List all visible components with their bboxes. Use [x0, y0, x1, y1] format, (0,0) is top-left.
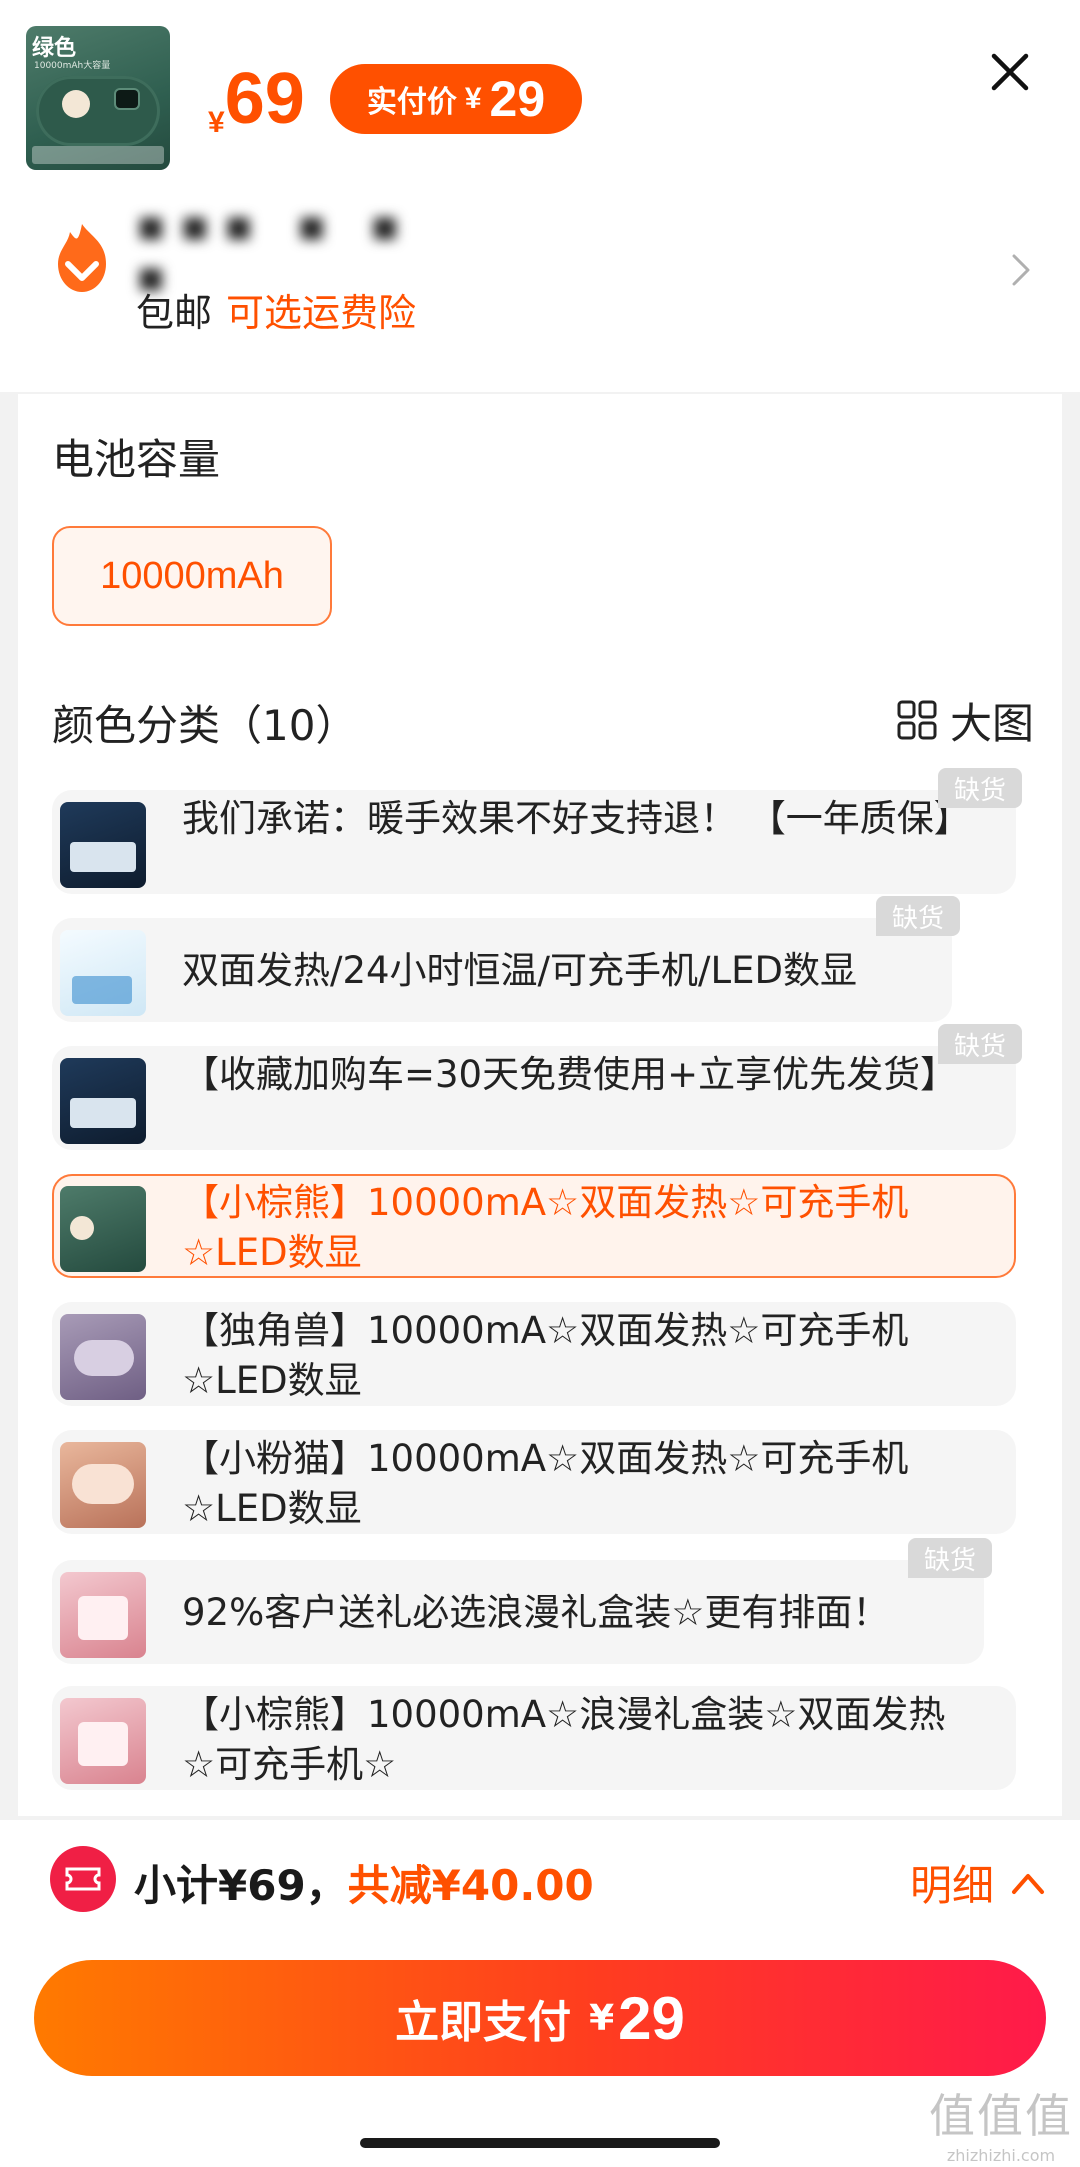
- color-option-1[interactable]: 我们承诺：暖手效果不好支持退！ 【一年质保】 缺货: [52, 768, 1022, 894]
- pay-now-label: 立即支付: [395, 1997, 572, 2048]
- out-of-stock-badge: 缺货: [938, 1024, 1022, 1064]
- option-thumbnail: [60, 1186, 146, 1272]
- big-image-view-toggle[interactable]: 大图: [896, 692, 1034, 748]
- color-option-4-selected[interactable]: 【小棕熊】10000mA☆双面发热☆可充手机☆LED数显: [52, 1174, 1016, 1278]
- capacity-title: 电池容量: [52, 435, 221, 484]
- color-option-5[interactable]: 【独角兽】10000mA☆双面发热☆可充手机☆LED数显: [52, 1302, 1016, 1406]
- product-device-image: [36, 76, 160, 146]
- option-label: 【独角兽】10000mA☆双面发热☆可充手机☆LED数显: [182, 1309, 909, 1402]
- free-shipping-label: 包邮: [136, 291, 213, 335]
- option-thumbnail: [60, 802, 146, 888]
- original-price: ¥69: [208, 58, 305, 140]
- color-category-title: 颜色分类（10）: [52, 701, 358, 750]
- actual-price-value: 29: [489, 71, 546, 127]
- home-indicator[interactable]: [360, 2138, 720, 2148]
- option-label: 【小棕熊】10000mA☆双面发热☆可充手机☆LED数显: [182, 1181, 909, 1274]
- option-thumbnail: [60, 1442, 146, 1528]
- actual-price-currency: ¥: [464, 82, 482, 115]
- close-button[interactable]: [982, 44, 1038, 100]
- chevron-up-icon: [1012, 1873, 1045, 1894]
- pay-currency: ¥: [589, 1997, 615, 2039]
- pay-now-button[interactable]: 立即支付 ¥ 29: [34, 1960, 1046, 2076]
- option-thumbnail: [60, 1698, 146, 1784]
- price-value: 69: [224, 59, 305, 139]
- option-thumbnail: [60, 930, 146, 1016]
- big-image-label: 大图: [950, 698, 1035, 748]
- coupon-icon: [50, 1846, 116, 1912]
- bear-logo-icon: [62, 90, 90, 118]
- option-label: 我们承诺：暖手效果不好支持退！ 【一年质保】: [182, 797, 971, 840]
- subtotal-summary: 小计¥69，共减¥40.00: [134, 1852, 594, 1913]
- out-of-stock-badge: 缺货: [876, 896, 960, 936]
- thumbnail-subtitle: 10000mAh大容量: [34, 61, 111, 71]
- site-watermark: 值值值 zhizhizhi.com: [926, 2080, 1076, 2165]
- chevron-right-icon[interactable]: [1004, 250, 1036, 290]
- watermark-url: zhizhizhi.com: [946, 2146, 1056, 2165]
- shop-flame-icon: [58, 224, 106, 292]
- watermark-main: 值值值: [929, 2089, 1073, 2143]
- out-of-stock-badge: 缺货: [938, 768, 1022, 808]
- shipping-insurance-link[interactable]: 可选运费险: [226, 291, 416, 335]
- color-option-3[interactable]: 【收藏加购车=30天免费使用+立享优先发货】 缺货: [52, 1024, 1022, 1150]
- option-label: 92%客户送礼必选浪漫礼盒装☆更有排面！: [182, 1591, 890, 1634]
- option-label: 【收藏加购车=30天免费使用+立享优先发货】: [182, 1053, 958, 1096]
- ticket-icon: [65, 1867, 101, 1891]
- discount-amount: 共减¥40.00: [347, 1861, 594, 1910]
- option-thumbnail: [60, 1314, 146, 1400]
- option-thumbnail: [60, 1572, 146, 1658]
- led-display-icon: [116, 90, 138, 108]
- capacity-option-10000mah[interactable]: 10000mAh: [52, 526, 332, 626]
- color-option-7[interactable]: 92%客户送礼必选浪漫礼盒装☆更有排面！ 缺货: [52, 1538, 992, 1664]
- thumbnail-feature-bar: [32, 146, 164, 164]
- close-icon: [991, 53, 1029, 91]
- shipping-info[interactable]: 包邮 可选运费险: [136, 282, 416, 337]
- actual-price-badge: 实付价 ¥ 29: [330, 64, 582, 134]
- color-option-2[interactable]: 双面发热/24小时恒温/可充手机/LED数显 缺货: [52, 896, 960, 1022]
- option-label: 双面发热/24小时恒温/可充手机/LED数显: [182, 949, 857, 992]
- price-currency: ¥: [208, 106, 225, 139]
- color-option-8[interactable]: 【小棕熊】10000mA☆浪漫礼盒装☆双面发热☆可充手机☆: [52, 1686, 1016, 1790]
- pay-amount: 29: [618, 1984, 685, 2052]
- color-option-6[interactable]: 【小粉猫】10000mA☆双面发热☆可充手机☆LED数显: [52, 1430, 1016, 1534]
- actual-price-label: 实付价: [366, 86, 457, 119]
- grid-icon: [897, 700, 937, 740]
- sku-header: 绿色 10000mAh大容量 ¥69 实付价 ¥ 29 ▪▪▪ ▪ ▪ ▪ 包邮…: [0, 0, 1080, 392]
- subtotal-amount: 小计¥69，: [134, 1861, 348, 1910]
- out-of-stock-badge: 缺货: [908, 1538, 992, 1578]
- shop-name: ▪▪▪ ▪ ▪ ▪: [136, 200, 414, 302]
- detail-toggle[interactable]: 明细: [910, 1852, 1046, 1913]
- option-label: 【小棕熊】10000mA☆浪漫礼盒装☆双面发热☆可充手机☆: [182, 1693, 946, 1786]
- option-label: 【小粉猫】10000mA☆双面发热☆可充手机☆LED数显: [182, 1437, 909, 1530]
- detail-label: 明细: [910, 1861, 995, 1910]
- option-thumbnail: [60, 1058, 146, 1144]
- product-thumbnail[interactable]: 绿色 10000mAh大容量: [26, 26, 170, 170]
